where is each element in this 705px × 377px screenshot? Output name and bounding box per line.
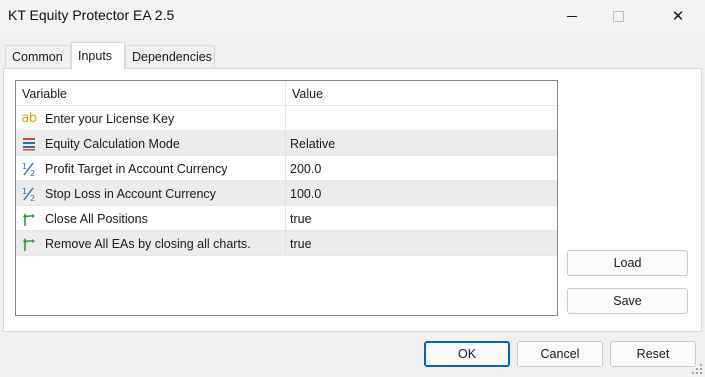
variable-cell: ab Enter your License Key: [16, 106, 286, 131]
svg-text:2: 2: [30, 169, 35, 177]
svg-text:1: 1: [22, 187, 27, 196]
input-row-equity-mode[interactable]: Equity Calculation Mode Relative: [16, 131, 557, 156]
save-button[interactable]: Save: [567, 288, 688, 314]
inputs-grid[interactable]: Variable Value ab Enter your License Key: [15, 80, 558, 316]
close-icon: ✕: [671, 7, 685, 25]
variable-cell: 1 2 Stop Loss in Account Currency: [16, 181, 286, 206]
branch-arrow-icon: [20, 235, 38, 253]
column-header-variable[interactable]: Variable: [16, 81, 286, 106]
ok-button[interactable]: OK: [424, 341, 510, 367]
window-title: KT Equity Protector EA 2.5: [8, 7, 175, 23]
input-row-close-positions[interactable]: Close All Positions true: [16, 206, 557, 231]
variable-cell: Close All Positions: [16, 206, 286, 231]
svg-text:2: 2: [30, 194, 35, 202]
fraction-icon: 1 2: [20, 185, 38, 203]
variable-cell: 1 2 Profit Target in Account Currency: [16, 156, 286, 181]
tab-dependencies[interactable]: Dependencies: [125, 45, 215, 68]
dialog-window: KT Equity Protector EA 2.5 ✕ Common Inpu…: [0, 0, 705, 377]
branch-arrow-icon: [20, 210, 38, 228]
maximize-button: [595, 0, 641, 32]
title-bar: KT Equity Protector EA 2.5 ✕: [0, 0, 705, 32]
variable-name: Stop Loss in Account Currency: [45, 186, 216, 201]
value-cell[interactable]: 200.0: [286, 156, 557, 181]
cancel-button[interactable]: Cancel: [517, 341, 603, 367]
input-row-license-key[interactable]: ab Enter your License Key: [16, 106, 557, 131]
ab-text-icon: ab: [21, 111, 37, 126]
close-button[interactable]: ✕: [653, 0, 703, 32]
maximize-icon: [612, 10, 624, 22]
resize-grip-icon[interactable]: [692, 364, 702, 374]
input-row-stop-loss[interactable]: 1 2 Stop Loss in Account Currency 100.0: [16, 181, 557, 206]
variable-name: Remove All EAs by closing all charts.: [45, 236, 251, 251]
column-header-value[interactable]: Value: [286, 81, 557, 106]
variable-name: Close All Positions: [45, 211, 148, 226]
input-row-remove-eas[interactable]: Remove All EAs by closing all charts. tr…: [16, 231, 557, 256]
variable-name: Profit Target in Account Currency: [45, 161, 228, 176]
variable-name: Equity Calculation Mode: [45, 136, 180, 151]
load-button[interactable]: Load: [567, 250, 688, 276]
fraction-icon: 1 2: [20, 160, 38, 178]
input-row-profit-target[interactable]: 1 2 Profit Target in Account Currency 20…: [16, 156, 557, 181]
reset-button[interactable]: Reset: [610, 341, 696, 367]
minimize-button[interactable]: [549, 0, 595, 32]
value-cell[interactable]: Relative: [286, 131, 557, 156]
variable-name: Enter your License Key: [45, 111, 175, 126]
variable-cell: Equity Calculation Mode: [16, 131, 286, 156]
value-cell[interactable]: 100.0: [286, 181, 557, 206]
tab-inputs[interactable]: Inputs: [71, 42, 125, 69]
value-cell[interactable]: true: [286, 231, 557, 256]
grid-header: Variable Value: [16, 81, 557, 106]
enum-list-icon: [20, 135, 38, 153]
minimize-icon: [567, 15, 577, 17]
variable-cell: Remove All EAs by closing all charts.: [16, 231, 286, 256]
value-cell[interactable]: true: [286, 206, 557, 231]
svg-text:1: 1: [22, 162, 27, 171]
tab-common[interactable]: Common: [5, 45, 71, 68]
value-cell[interactable]: [286, 106, 557, 131]
